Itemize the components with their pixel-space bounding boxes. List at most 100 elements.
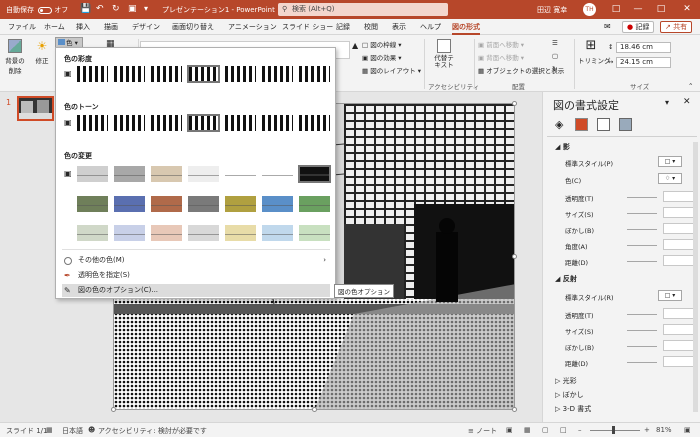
color-swatch[interactable] (76, 224, 109, 242)
slide-thumbnail[interactable] (17, 96, 54, 121)
shadow-blur-slider[interactable] (627, 229, 657, 230)
zoom-level[interactable]: 81% (656, 426, 672, 434)
color-swatch[interactable] (224, 65, 257, 83)
color-options-item[interactable]: ✎ 図の色のオプション(C)... (62, 284, 330, 297)
shadow-blur-field[interactable] (663, 223, 695, 234)
ribbon-display-icon[interactable]: □ (605, 0, 627, 19)
tab-view[interactable]: 表示 (392, 22, 406, 32)
reading-view-icon[interactable]: ▢ (542, 426, 549, 434)
comments-icon[interactable]: ✉ (604, 22, 611, 31)
shadow-size-slider[interactable] (627, 213, 657, 214)
tab-slideshow[interactable]: スライド ショー (282, 22, 333, 32)
reflection-transparency-field[interactable] (663, 308, 695, 319)
corrections-button[interactable]: ☀ 修正 (32, 39, 52, 65)
color-swatch[interactable] (224, 195, 257, 213)
resize-handle[interactable] (512, 101, 517, 106)
width-field[interactable]: 24.15 cm (616, 57, 671, 68)
reflection-transparency-slider[interactable] (627, 314, 657, 315)
color-swatch[interactable] (76, 195, 109, 213)
picture-border-button[interactable]: □ 図の枠線 ▾ (362, 39, 402, 49)
color-swatch[interactable] (150, 195, 183, 213)
color-swatch[interactable] (187, 224, 220, 242)
shadow-preset-dropdown[interactable]: □ ▾ (658, 156, 682, 167)
tab-draw[interactable]: 描画 (104, 22, 118, 32)
close-icon[interactable]: ✕ (676, 0, 698, 19)
normal-view-icon[interactable]: ▣ (506, 426, 513, 434)
pane-scrollbar[interactable] (693, 142, 698, 412)
language-status[interactable]: 日本語 (62, 426, 83, 436)
shadow-transparency-field[interactable] (663, 191, 695, 202)
minimize-icon[interactable]: — (627, 0, 649, 19)
remove-background-button[interactable]: 背景の 削除 (4, 39, 26, 75)
color-swatch[interactable] (261, 165, 294, 183)
color-swatch[interactable] (76, 114, 109, 132)
reflection-blur-slider[interactable] (627, 346, 657, 347)
autosave-toggle[interactable]: オフ (38, 5, 68, 15)
alt-text-button[interactable]: 代替テキスト (432, 39, 456, 69)
shadow-color-dropdown[interactable]: ♢ ▾ (658, 173, 682, 184)
tab-picture-format[interactable]: 図の形式 (452, 22, 480, 35)
reflection-size-slider[interactable] (627, 330, 657, 331)
color-swatch[interactable] (76, 165, 109, 183)
pane-close-icon[interactable]: ✕ (683, 97, 691, 107)
3d-format-section[interactable]: ▷ 3-D 書式 (555, 404, 591, 414)
color-swatch[interactable] (113, 224, 146, 242)
color-swatch[interactable] (113, 114, 146, 132)
share-button[interactable]: ↗ 共有 (660, 21, 693, 33)
gallery-scroll-icon[interactable]: ▲ (352, 41, 358, 50)
color-swatch[interactable] (187, 114, 220, 132)
shadow-transparency-slider[interactable] (627, 197, 657, 198)
reflection-distance-slider[interactable] (627, 362, 657, 363)
color-swatch[interactable] (224, 165, 257, 183)
color-swatch[interactable] (298, 224, 331, 242)
color-swatch[interactable] (261, 224, 294, 242)
shadow-size-field[interactable] (663, 207, 695, 218)
color-swatch[interactable] (187, 195, 220, 213)
height-field[interactable]: 18.46 cm (616, 42, 671, 53)
zoom-slider[interactable] (590, 430, 640, 431)
undo-icon[interactable]: ↶ (96, 4, 104, 14)
shadow-distance-slider[interactable] (627, 261, 657, 262)
resize-handle[interactable] (312, 407, 317, 412)
tab-review[interactable]: 校閲 (364, 22, 378, 32)
soft-edges-section[interactable]: ▷ ぼかし (555, 390, 584, 400)
tab-record[interactable]: 記録 (336, 22, 350, 32)
zoom-out-icon[interactable]: – (578, 426, 582, 434)
tab-home[interactable]: ホーム (44, 22, 65, 32)
search-input[interactable]: ⚲ 検索 (Alt+Q) (278, 3, 448, 16)
color-swatch[interactable] (150, 165, 183, 183)
picture-icon[interactable] (619, 118, 632, 131)
tab-animations[interactable]: アニメーション (228, 22, 277, 32)
zoom-in-icon[interactable]: + (644, 426, 650, 434)
color-swatch[interactable] (76, 65, 109, 83)
color-swatch[interactable] (113, 195, 146, 213)
avatar[interactable]: TH (583, 3, 596, 16)
reflection-preset-dropdown[interactable]: □ ▾ (658, 290, 682, 301)
effects-icon[interactable] (575, 118, 588, 131)
color-swatch[interactable] (187, 65, 220, 83)
save-icon[interactable]: 💾 (80, 4, 91, 14)
size-properties-icon[interactable] (597, 118, 610, 131)
resize-handle[interactable] (512, 407, 517, 412)
reflection-section[interactable]: ◢ 反射 (555, 274, 577, 284)
accessibility-status[interactable]: アクセシビリティ: 検討が必要です (98, 426, 207, 436)
crop-button[interactable]: ⊞ トリミング (578, 39, 611, 66)
picture-layout-button[interactable]: ▦ 図のレイアウト ▾ (362, 65, 421, 75)
set-transparent-item[interactable]: ✒ 透明色を指定(S) (62, 269, 330, 282)
maximize-icon[interactable]: □ (650, 0, 672, 19)
color-swatch[interactable] (298, 65, 331, 83)
tab-help[interactable]: ヘルプ (420, 22, 441, 32)
qat-more-icon[interactable]: ▾ (144, 4, 148, 13)
slideshow-icon[interactable]: □ (560, 426, 567, 434)
spellcheck-icon[interactable]: ▦ (46, 426, 53, 434)
group-icon[interactable]: ▢ (552, 52, 558, 60)
resize-handle[interactable] (512, 254, 517, 259)
color-swatch[interactable] (298, 165, 331, 183)
tab-transitions[interactable]: 画面切り替え (172, 22, 214, 32)
tab-file[interactable]: ファイル (8, 22, 36, 32)
fit-slide-icon[interactable]: ▣ (684, 426, 691, 434)
user-name[interactable]: 田辺 寛幸 (537, 5, 567, 15)
fill-line-icon[interactable]: ◈ (555, 118, 568, 131)
more-colors-item[interactable]: その他の色(M) › (62, 254, 330, 267)
notes-button[interactable]: ≡ ノート (468, 426, 497, 436)
